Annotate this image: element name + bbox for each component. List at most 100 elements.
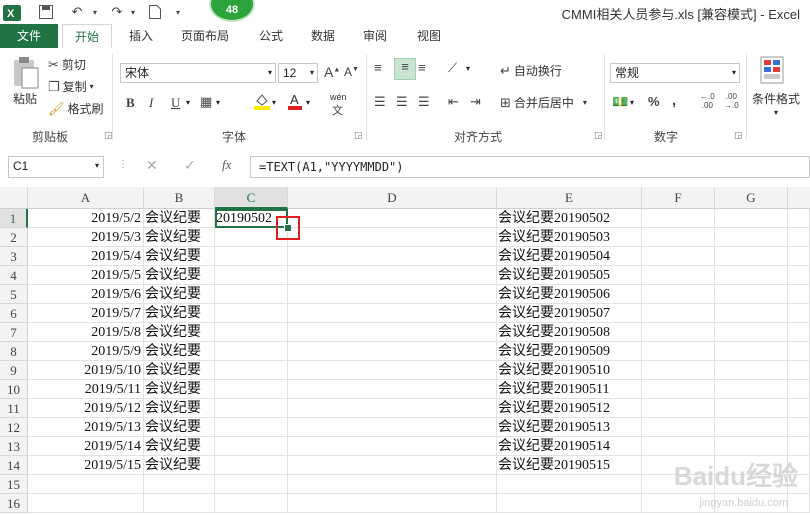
- cell-a[interactable]: 2019/5/3: [28, 228, 144, 247]
- row-header[interactable]: 7: [0, 323, 28, 342]
- cell-h[interactable]: [788, 285, 810, 304]
- font-name-dropdown-icon[interactable]: ▾: [268, 64, 272, 82]
- cell-d[interactable]: [288, 475, 497, 494]
- decrease-decimal-icon[interactable]: .00 →.0: [724, 92, 739, 110]
- cell-a[interactable]: 2019/5/12: [28, 399, 144, 418]
- bold-button[interactable]: B: [126, 95, 135, 111]
- tab-file[interactable]: 文件: [0, 24, 58, 48]
- cell-h[interactable]: [788, 361, 810, 380]
- orientation-dropdown-icon[interactable]: ▾: [466, 64, 470, 73]
- cell-e[interactable]: 会议纪要20190509: [497, 342, 642, 361]
- row-header[interactable]: 10: [0, 380, 28, 399]
- cell-g[interactable]: [715, 437, 788, 456]
- format-painter-button[interactable]: 🖌 格式刷: [48, 100, 104, 117]
- cell-d[interactable]: [288, 342, 497, 361]
- row-header[interactable]: 3: [0, 247, 28, 266]
- cell-d[interactable]: [288, 323, 497, 342]
- cell-e[interactable]: 会议纪要20190512: [497, 399, 642, 418]
- cell-d[interactable]: [288, 494, 497, 513]
- increase-decimal-icon[interactable]: ←.0.00: [700, 92, 715, 110]
- cell-f[interactable]: [642, 323, 715, 342]
- cell-a[interactable]: 2019/5/5: [28, 266, 144, 285]
- cell-e[interactable]: 会议纪要20190513: [497, 418, 642, 437]
- conditional-formatting-icon[interactable]: [760, 56, 786, 86]
- underline-dropdown-icon[interactable]: ▾: [186, 98, 190, 107]
- cell-g[interactable]: [715, 304, 788, 323]
- undo-dropdown-icon[interactable]: ▾: [90, 3, 100, 21]
- cell-f[interactable]: [642, 380, 715, 399]
- fill-color-icon[interactable]: [254, 92, 270, 110]
- cancel-icon[interactable]: ✕: [146, 157, 158, 174]
- wrap-text-button[interactable]: ↵ 自动换行: [500, 62, 562, 79]
- cell-e[interactable]: 会议纪要20190510: [497, 361, 642, 380]
- align-center-icon[interactable]: ☰: [396, 94, 408, 110]
- cell-f[interactable]: [642, 285, 715, 304]
- cell-a[interactable]: 2019/5/10: [28, 361, 144, 380]
- cell-b[interactable]: 会议纪要: [144, 304, 215, 323]
- cell-c[interactable]: [215, 323, 288, 342]
- cell-a[interactable]: 2019/5/6: [28, 285, 144, 304]
- cell-b[interactable]: 会议纪要: [144, 285, 215, 304]
- font-name-box[interactable]: 宋体 ▾: [120, 63, 276, 83]
- cell-b[interactable]: [144, 494, 215, 513]
- cell-e[interactable]: 会议纪要20190511: [497, 380, 642, 399]
- row-header[interactable]: 5: [0, 285, 28, 304]
- cell-g[interactable]: [715, 247, 788, 266]
- font-launcher-icon[interactable]: ◲: [354, 130, 363, 141]
- cell-c[interactable]: [215, 361, 288, 380]
- align-bottom-icon[interactable]: ≡: [418, 60, 426, 75]
- merge-dropdown-icon[interactable]: ▾: [583, 98, 587, 107]
- cell-c[interactable]: [215, 399, 288, 418]
- cell-f[interactable]: [642, 247, 715, 266]
- cell-c[interactable]: [215, 418, 288, 437]
- row-header[interactable]: 16: [0, 494, 28, 513]
- row-header[interactable]: 1: [0, 209, 28, 228]
- row-header[interactable]: 9: [0, 361, 28, 380]
- fill-color-dropdown-icon[interactable]: ▾: [272, 98, 276, 107]
- font-size-dropdown-icon[interactable]: ▾: [310, 64, 314, 82]
- cell-b[interactable]: 会议纪要: [144, 342, 215, 361]
- borders-icon[interactable]: ▦: [200, 94, 212, 110]
- cell-d[interactable]: [288, 209, 497, 228]
- cell-e[interactable]: 会议纪要20190507: [497, 304, 642, 323]
- cell-h[interactable]: [788, 228, 810, 247]
- cell-c[interactable]: [215, 456, 288, 475]
- cell-f[interactable]: [642, 342, 715, 361]
- cell-h[interactable]: [788, 399, 810, 418]
- number-launcher-icon[interactable]: ◲: [734, 130, 743, 141]
- cell-e[interactable]: 会议纪要20190505: [497, 266, 642, 285]
- tab-home[interactable]: 开始: [62, 24, 112, 48]
- cell-g[interactable]: [715, 342, 788, 361]
- cell-g[interactable]: [715, 380, 788, 399]
- cell-d[interactable]: [288, 304, 497, 323]
- tab-page-layout[interactable]: 页面布局: [172, 24, 238, 48]
- conditional-formatting-label[interactable]: 条件格式: [752, 90, 800, 107]
- cell-b[interactable]: 会议纪要: [144, 456, 215, 475]
- cell-d[interactable]: [288, 437, 497, 456]
- column-header-a[interactable]: A: [28, 187, 144, 209]
- cell-h[interactable]: [788, 437, 810, 456]
- tab-formulas[interactable]: 公式: [250, 24, 292, 48]
- name-box[interactable]: C1 ▾: [8, 156, 104, 178]
- redo-dropdown-icon[interactable]: ▾: [128, 3, 138, 21]
- cell-e[interactable]: 会议纪要20190514: [497, 437, 642, 456]
- cell-d[interactable]: [288, 456, 497, 475]
- cell-c[interactable]: [215, 494, 288, 513]
- cell-g[interactable]: [715, 418, 788, 437]
- cell-h[interactable]: [788, 418, 810, 437]
- row-header[interactable]: 14: [0, 456, 28, 475]
- enter-icon[interactable]: ✓: [184, 157, 196, 174]
- accounting-format-icon[interactable]: 💵: [612, 94, 628, 110]
- cell-h[interactable]: [788, 266, 810, 285]
- cell-c[interactable]: [215, 437, 288, 456]
- borders-dropdown-icon[interactable]: ▾: [216, 98, 220, 107]
- underline-button[interactable]: U: [171, 95, 180, 111]
- cell-c[interactable]: [215, 247, 288, 266]
- cell-a[interactable]: 2019/5/2: [28, 209, 144, 228]
- row-header[interactable]: 13: [0, 437, 28, 456]
- customize-toolbar-icon[interactable]: ▾: [172, 3, 184, 21]
- align-left-icon[interactable]: ☰: [374, 94, 386, 110]
- shrink-font-icon[interactable]: A▼: [344, 65, 359, 79]
- row-header[interactable]: 12: [0, 418, 28, 437]
- cell-c[interactable]: [215, 266, 288, 285]
